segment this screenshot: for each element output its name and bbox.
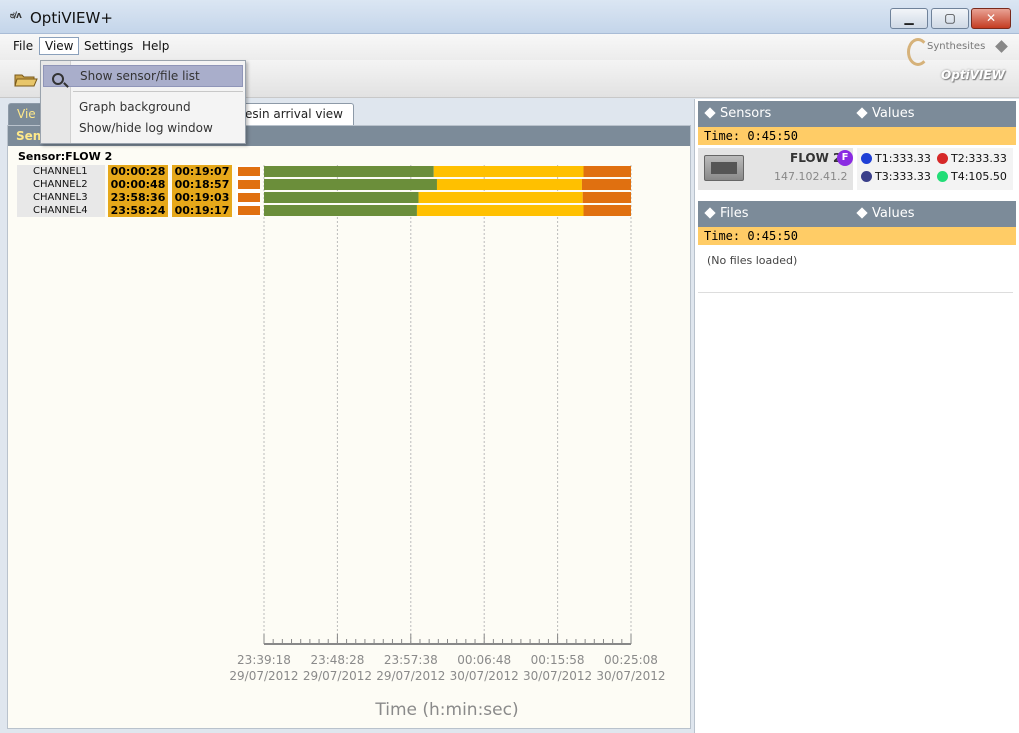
value-t1: T1:333.33	[875, 152, 931, 165]
gantt-bar-orange	[581, 179, 631, 190]
sensors-values-label: Values	[872, 106, 915, 121]
menu-item-label: Show sensor/file list	[80, 69, 200, 83]
t4-dot-icon	[937, 171, 948, 182]
title-bar: ಠ/ʌ OptiVIEW+ ▁ ▢ ✕	[0, 0, 1019, 34]
divider	[698, 292, 1013, 293]
tick-label-time: 23:48:28	[310, 653, 364, 667]
menu-help[interactable]: Help	[137, 38, 174, 54]
device-icon	[704, 155, 744, 181]
close-icon: ✕	[985, 11, 997, 25]
view-menu-dropdown: Show sensor/file list Graph background S…	[40, 60, 246, 144]
sensor-values: T1:333.33 T2:333.33 T3:333.33 T4:105.50	[857, 148, 1013, 190]
files-values-label: Values	[872, 206, 915, 221]
maximize-icon: ▢	[944, 11, 956, 25]
gantt-bar-green	[264, 179, 437, 190]
gantt-bar-yellow	[436, 179, 582, 190]
sensors-time: Time: 0:45:50	[698, 127, 1016, 145]
diamond-icon	[704, 207, 716, 219]
no-files-text: (No files loaded)	[707, 254, 798, 267]
files-header-label: Files	[720, 206, 749, 221]
menu-item-show-hide-log-window[interactable]: Show/hide log window	[79, 121, 213, 135]
diamond-icon	[704, 107, 716, 119]
gantt-bar-green	[264, 205, 417, 216]
gantt-bar-yellow	[418, 192, 583, 203]
close-button[interactable]: ✕	[971, 8, 1011, 29]
flow-badge: F	[837, 150, 853, 166]
diamond-icon	[856, 207, 868, 219]
tick-label-time: 23:39:18	[237, 653, 291, 667]
t1-dot-icon	[861, 153, 872, 164]
gantt-bar-green	[264, 192, 419, 203]
resin-arrival-chart: 23:39:18 29/07/2012 23:48:28 29/07/2012 23:5…	[229, 165, 666, 720]
tick-label-time: 00:15:58	[531, 653, 585, 667]
gantt-bar-green	[264, 166, 434, 177]
tick-label-date: 29/07/2012	[303, 669, 372, 683]
swirl-icon	[907, 38, 929, 66]
menu-item-graph-background[interactable]: Graph background	[79, 100, 191, 114]
menu-item-show-sensor-file-list[interactable]: Show sensor/file list	[43, 65, 243, 87]
menu-settings[interactable]: Settings	[79, 38, 138, 54]
tick-label-date: 30/07/2012	[596, 669, 665, 683]
tick-label-date: 30/07/2012	[523, 669, 592, 683]
gantt-bar-orange	[583, 166, 631, 177]
window-title: OptiVIEW+	[30, 9, 113, 27]
tick-label-time: 23:57:38	[384, 653, 438, 667]
x-axis-title: Time (h:min:sec)	[374, 700, 518, 720]
sensor-file-list: Sensors Values Time: 0:45:50 FLOW 2 147.…	[694, 99, 1019, 733]
files-time: Time: 0:45:50	[698, 227, 1016, 245]
gantt-bar-yellow	[416, 205, 584, 216]
sensor-ip: 147.102.41.2	[774, 170, 848, 183]
sensor-name: FLOW 2	[790, 151, 842, 165]
tick-label-date: 29/07/2012	[229, 669, 298, 683]
files-header: Files Values	[698, 201, 1016, 227]
gantt-bar-orange	[582, 192, 631, 203]
diamond-icon	[995, 40, 1008, 53]
tick-label-date: 30/07/2012	[450, 669, 519, 683]
brand-company: Synthesites	[927, 41, 986, 52]
value-t4: T4:105.50	[951, 170, 1007, 183]
maximize-button[interactable]: ▢	[931, 8, 969, 29]
menu-bar: File View Settings Help	[0, 34, 1019, 60]
gantt-bar-orange	[583, 205, 631, 216]
sensor-card[interactable]: FLOW 2 147.102.41.2	[698, 148, 853, 190]
value-t3: T3:333.33	[875, 170, 931, 183]
menu-file[interactable]: File	[8, 38, 38, 54]
t2-dot-icon	[937, 153, 948, 164]
minimize-icon: ▁	[904, 11, 914, 25]
sensors-header-label: Sensors	[720, 106, 772, 121]
menu-view[interactable]: View	[39, 37, 80, 55]
magnifier-icon	[52, 73, 64, 85]
open-folder-icon[interactable]	[14, 72, 38, 88]
minimize-button[interactable]: ▁	[890, 8, 928, 29]
tick-label-date: 29/07/2012	[376, 669, 445, 683]
gantt-bar-yellow	[433, 166, 584, 177]
menu-separator	[73, 91, 243, 92]
app-icon: ಠ/ʌ	[10, 11, 22, 21]
tick-label-time: 00:06:48	[457, 653, 511, 667]
sensors-header: Sensors Values	[698, 101, 1016, 127]
value-t2: T2:333.33	[951, 152, 1007, 165]
tick-label-time: 00:25:08	[604, 653, 658, 667]
brand-logo: Synthesites OptiVIEW	[905, 36, 1013, 90]
diamond-icon	[856, 107, 868, 119]
brand-product: OptiVIEW	[941, 68, 1005, 82]
resin-arrival-panel: Sens Sensor:FLOW 2 CHANNEL1 00:00:28 00:19…	[7, 125, 691, 729]
t3-dot-icon	[861, 171, 872, 182]
